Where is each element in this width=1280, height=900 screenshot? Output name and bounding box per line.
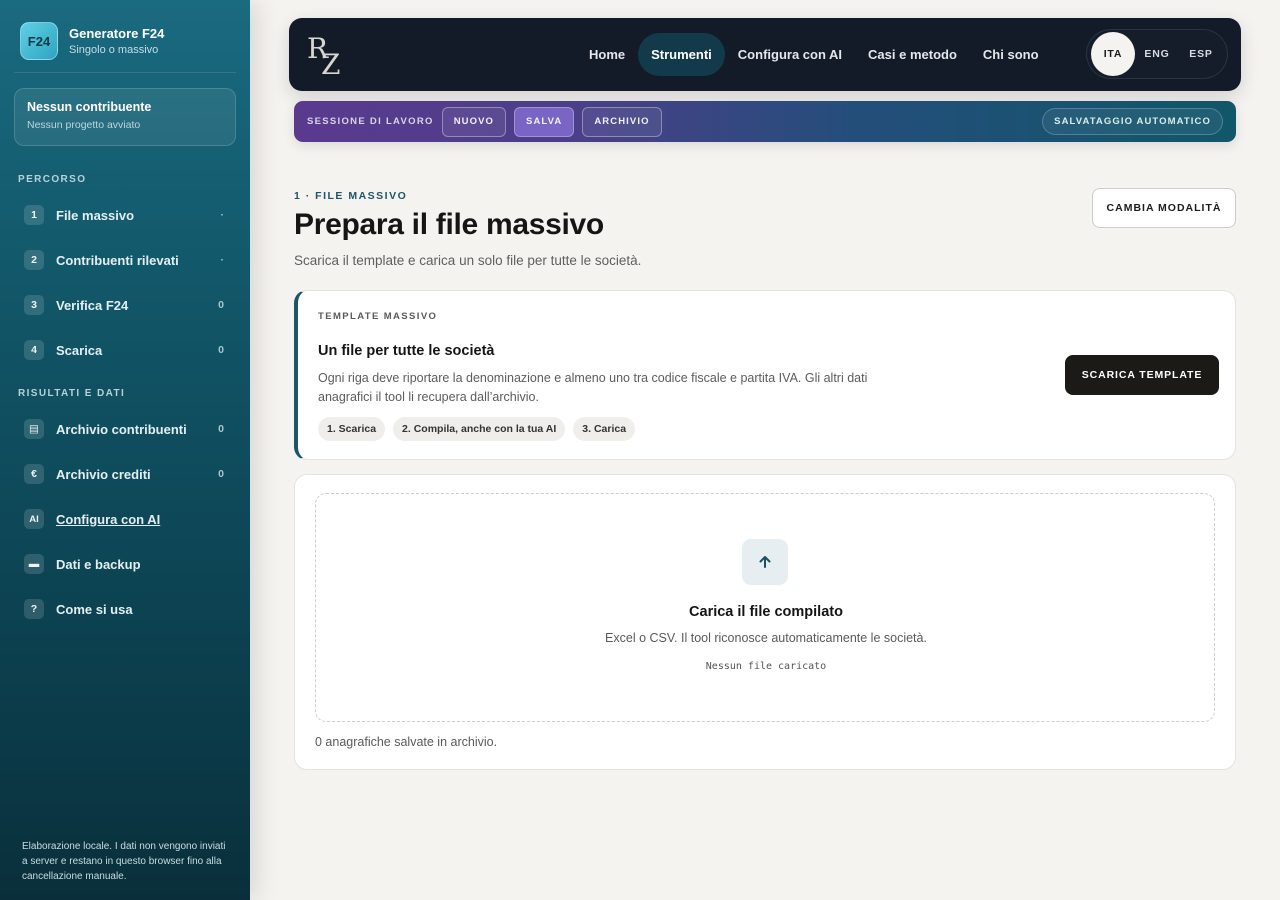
- brand-logo: F24: [20, 22, 58, 60]
- sidebar-item-count: 0: [218, 468, 224, 480]
- contacts-archive-icon: ▤: [24, 419, 44, 439]
- sidebar-item-label: Dati e backup: [56, 556, 141, 572]
- archive-session-button[interactable]: ARCHIVIO: [582, 106, 662, 137]
- arrow-up-glyph: [759, 556, 771, 568]
- saved-records-note: 0 anagrafiche salvate in archivio.: [315, 735, 498, 749]
- nav-links: Home Strumenti Configura con AI Casi e m…: [576, 33, 1052, 76]
- sidebar-item-configura-ai[interactable]: AI Configura con AI: [24, 507, 224, 531]
- step-label: 1 · FILE MASSIVO: [294, 190, 408, 202]
- sidebar-item-label: Contribuenti rilevati: [56, 252, 179, 268]
- sidebar-item-label: Come si usa: [56, 601, 133, 617]
- file-dropzone[interactable]: Carica il file compilato Excel o CSV. Il…: [315, 493, 1215, 722]
- brand-title: Generatore F24: [69, 26, 165, 41]
- nav-link-configura-ai[interactable]: Configura con AI: [725, 33, 855, 76]
- save-session-button[interactable]: SALVA: [514, 106, 575, 137]
- ai-icon: AI: [24, 509, 44, 529]
- step-chip-download: 1. Scarica: [318, 417, 386, 441]
- lang-esp[interactable]: ESP: [1179, 32, 1223, 76]
- sidebar-item-count: ·: [220, 254, 225, 266]
- sidebar-item-come-si-usa[interactable]: ? Come si usa: [24, 597, 224, 621]
- page-subtitle: Scarica il template e carica un solo fil…: [294, 253, 642, 268]
- step-chip-upload: 3. Carica: [573, 417, 636, 441]
- sidebar-item-label: Configura con AI: [56, 511, 161, 527]
- template-eyebrow: TEMPLATE MASSIVO: [318, 311, 438, 322]
- sidebar-item-count: 0: [218, 344, 224, 356]
- section-label-results: RISULTATI E DATI: [18, 388, 126, 399]
- template-description: Ogni riga deve riportare la denominazion…: [318, 371, 868, 404]
- arrow-up-icon: [742, 539, 788, 585]
- sidebar-item-count: 0: [218, 423, 224, 435]
- step-number: 4: [24, 340, 44, 360]
- brand[interactable]: F24 Generatore F24 Singolo o massivo: [20, 22, 164, 60]
- step-number: 3: [24, 295, 44, 315]
- backup-icon: ▬: [24, 554, 44, 574]
- brand-divider: [14, 72, 236, 73]
- sidebar-item-dati-backup[interactable]: ▬ Dati e backup: [24, 552, 224, 576]
- privacy-note: Elaborazione locale. I dati non vengono …: [22, 841, 226, 882]
- template-title: Un file per tutte le società: [318, 343, 495, 359]
- sidebar-item-label: Archivio crediti: [56, 466, 151, 482]
- nav-link-strumenti[interactable]: Strumenti: [638, 33, 725, 76]
- sidebar-item-label: Verifica F24: [56, 297, 129, 313]
- brand-subtitle: Singolo o massivo: [69, 44, 159, 56]
- sidebar-item-label: File massivo: [56, 207, 135, 223]
- upload-status: Nessun file caricato: [705, 661, 827, 672]
- upload-card: Carica il file compilato Excel o CSV. Il…: [294, 474, 1236, 770]
- step-chip-fill: 2. Compila, anche con la tua AI: [393, 417, 566, 441]
- brand-text: Generatore F24 Singolo o massivo: [69, 26, 164, 56]
- autosave-badge: SALVATAGGIO AUTOMATICO: [1042, 108, 1223, 135]
- euro-icon: €: [24, 464, 44, 484]
- page-title: Prepara il file massivo: [294, 208, 604, 241]
- download-template-button[interactable]: SCARICA TEMPLATE: [1065, 355, 1219, 395]
- contributor-title: Nessun contribuente: [27, 100, 152, 114]
- contributor-subtitle: Nessun progetto avviato: [27, 119, 141, 131]
- nav-link-casi-metodo[interactable]: Casi e metodo: [855, 33, 970, 76]
- upload-title: Carica il file compilato: [689, 604, 843, 620]
- sidebar-item-verifica-f24[interactable]: 3 Verifica F24 0: [24, 293, 224, 317]
- step-number: 2: [24, 250, 44, 270]
- contributor-card[interactable]: Nessun contribuente Nessun progetto avvi…: [14, 88, 236, 146]
- language-switcher: ITA ENG ESP: [1086, 29, 1228, 79]
- sidebar-item-file-massivo[interactable]: 1 File massivo ·: [24, 203, 224, 227]
- sidebar-item-count: ·: [220, 209, 225, 221]
- site-logo[interactable]: R Z: [307, 30, 347, 81]
- lang-ita[interactable]: ITA: [1091, 32, 1135, 76]
- nav-link-chi-sono[interactable]: Chi sono: [970, 33, 1052, 76]
- top-navigation: R Z Home Strumenti Configura con AI Casi…: [289, 18, 1241, 91]
- template-steps: 1. Scarica 2. Compila, anche con la tua …: [318, 417, 636, 441]
- sidebar-item-contribuenti-rilevati[interactable]: 2 Contribuenti rilevati ·: [24, 248, 224, 272]
- help-icon: ?: [24, 599, 44, 619]
- sidebar: F24 Generatore F24 Singolo o massivo Nes…: [0, 0, 250, 900]
- sidebar-item-label: Scarica: [56, 342, 103, 358]
- sidebar-item-archivio-crediti[interactable]: € Archivio crediti 0: [24, 462, 224, 486]
- change-mode-button[interactable]: CAMBIA MODALITÀ: [1092, 188, 1236, 228]
- sidebar-item-count: 0: [218, 299, 224, 311]
- nav-link-home[interactable]: Home: [576, 33, 638, 76]
- session-label: SESSIONE DI LAVORO: [307, 116, 434, 127]
- new-session-button[interactable]: NUOVO: [441, 106, 507, 137]
- sidebar-item-label: Archivio contribuenti: [56, 421, 187, 437]
- logo-letter-z: Z: [321, 48, 341, 81]
- lang-eng[interactable]: ENG: [1135, 32, 1179, 76]
- template-card: TEMPLATE MASSIVO Un file per tutte le so…: [294, 290, 1236, 460]
- sidebar-item-archivio-contribuenti[interactable]: ▤ Archivio contribuenti 0: [24, 417, 224, 441]
- sidebar-item-scarica[interactable]: 4 Scarica 0: [24, 338, 224, 362]
- session-bar: SESSIONE DI LAVORO NUOVO SALVA ARCHIVIO …: [294, 101, 1236, 142]
- step-number: 1: [24, 205, 44, 225]
- upload-subtitle: Excel o CSV. Il tool riconosce automatic…: [605, 631, 927, 645]
- section-label-path: PERCORSO: [18, 174, 87, 185]
